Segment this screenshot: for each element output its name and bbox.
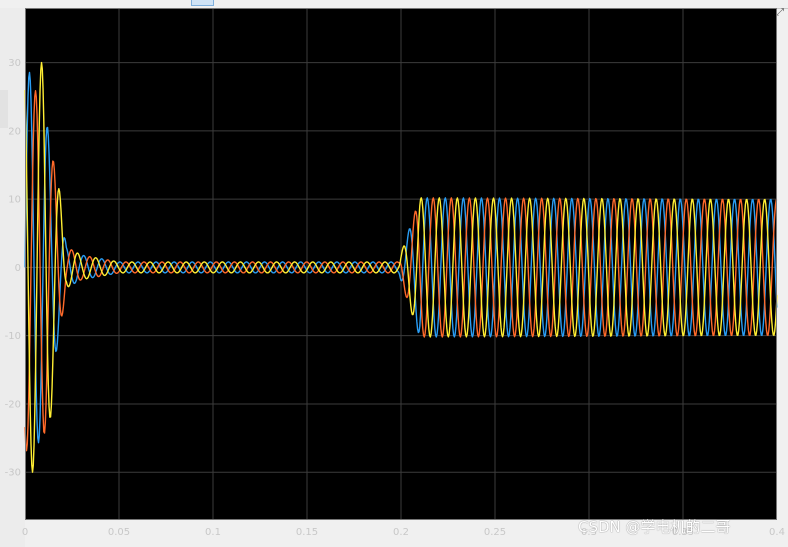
- y-tick-label: -30: [5, 468, 21, 479]
- watermark-text: CSDN @学电机的二哥: [578, 518, 731, 536]
- y-tick-label: 30: [8, 58, 21, 69]
- x-tick-label: 0.1: [205, 527, 221, 538]
- scope-plot[interactable]: 0 0.05 0.1 0.15 0.2 0.25 0.3 0.35 0.4 -30-20-100…: [0, 0, 788, 547]
- x-tick-label: 0.25: [484, 527, 506, 538]
- y-tick-label: -10: [5, 331, 21, 342]
- x-tick-label: 0.05: [108, 527, 130, 538]
- y-tick-label: 10: [8, 195, 21, 206]
- y-tick-label: 0: [15, 263, 21, 274]
- y-tick-label: -20: [5, 399, 21, 410]
- y-tick-label: 20: [8, 126, 21, 137]
- x-tick-label: 0: [22, 527, 28, 538]
- x-tick-label: 0.2: [393, 527, 409, 538]
- x-tick-label: 0.15: [296, 527, 318, 538]
- y-tick-labels: -30 -20 -10 0 10 20 30: [5, 58, 21, 479]
